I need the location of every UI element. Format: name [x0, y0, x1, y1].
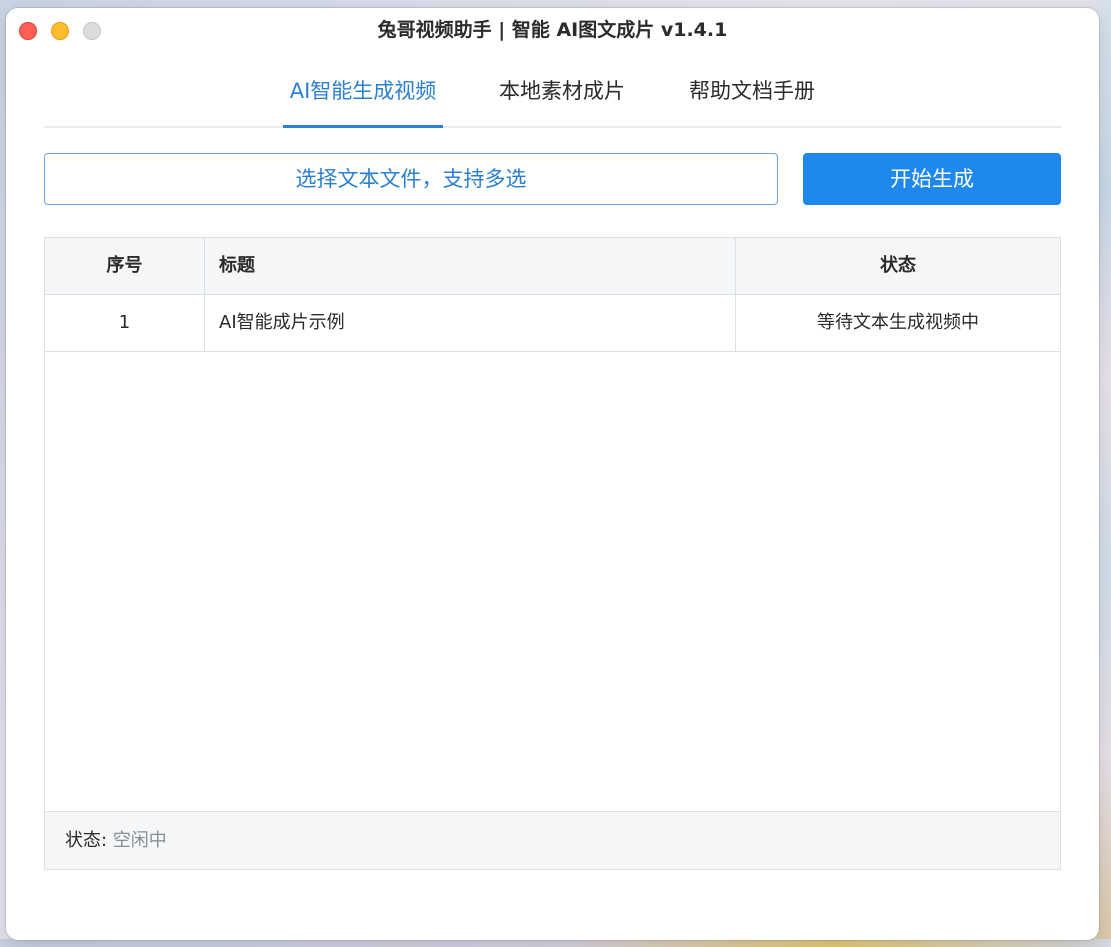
start-generate-button[interactable]: 开始生成 — [803, 153, 1061, 205]
window-title: 兔哥视频助手 | 智能 AI图文成片 v1.4.1 — [377, 19, 728, 41]
status-bar: 状态: 空闲中 — [45, 811, 1060, 869]
tab-help-docs[interactable]: 帮助文档手册 — [682, 76, 822, 126]
title-bar: 兔哥视频助手 | 智能 AI图文成片 v1.4.1 — [6, 8, 1099, 52]
status-value: 空闲中 — [112, 830, 167, 851]
status-label: 状态: — [65, 830, 108, 851]
app-window: 兔哥视频助手 | 智能 AI图文成片 v1.4.1 AI智能生成视频 本地素材成… — [6, 8, 1099, 940]
row-status: 等待文本生成视频中 — [817, 312, 979, 333]
row-index: 1 — [45, 295, 205, 351]
column-header-index[interactable]: 序号 — [45, 238, 205, 294]
tab-ai-generate-video[interactable]: AI智能生成视频 — [283, 76, 443, 128]
table-header: 序号 标题 状态 — [45, 238, 1060, 295]
task-table: 序号 标题 状态 1 AI智能成片示例 等待文本生成视频中 状态: 空闲中 — [44, 237, 1061, 870]
column-header-status[interactable]: 状态 — [736, 238, 1060, 294]
tab-local-material[interactable]: 本地素材成片 — [492, 76, 632, 126]
row-title: AI智能成片示例 — [205, 295, 736, 351]
column-header-title[interactable]: 标题 — [205, 238, 736, 294]
table-row[interactable]: 1 AI智能成片示例 等待文本生成视频中 — [45, 295, 1060, 352]
select-text-files-button[interactable]: 选择文本文件，支持多选 — [44, 153, 778, 205]
desktop-background-edge — [1097, 0, 1111, 947]
desktop-background-bottom — [0, 939, 1111, 947]
tab-bar: AI智能生成视频 本地素材成片 帮助文档手册 — [44, 68, 1061, 128]
